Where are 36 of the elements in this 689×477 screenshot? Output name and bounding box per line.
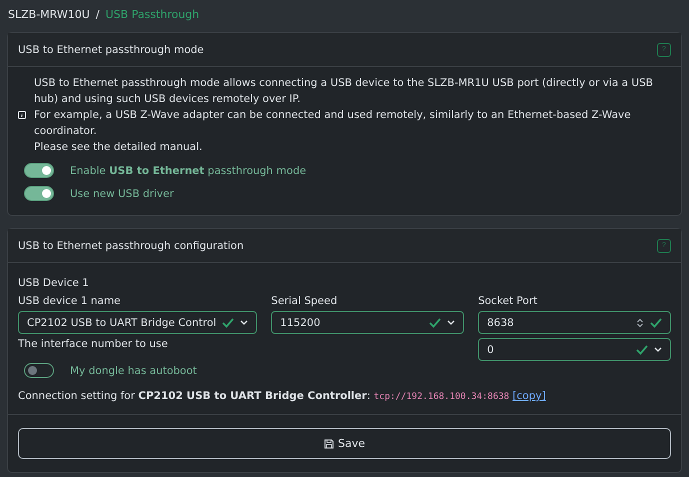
field-label: USB device 1 name	[18, 295, 122, 307]
save-button[interactable]: Save	[18, 428, 671, 459]
toggle-switch[interactable]	[24, 363, 54, 378]
chevron-down-icon	[240, 320, 248, 325]
number-field[interactable]: 8638	[478, 311, 671, 334]
check-icon	[429, 318, 442, 328]
info-text: Please see the detailed manual.	[34, 140, 204, 155]
switch-label: My dongle has autoboot	[70, 364, 197, 376]
spinner-icon[interactable]	[636, 318, 644, 328]
toggle-switch[interactable]	[24, 186, 54, 201]
field-label: Socket Port	[478, 295, 538, 307]
dropdown-field[interactable]: CP2102 USB to UART Bridge Control	[18, 311, 258, 334]
dropdown-field[interactable]: 0	[478, 338, 671, 361]
check-icon	[650, 318, 662, 328]
breadcrumb-item[interactable]: SLZB-MRW10U	[8, 8, 90, 32]
dropdown-field[interactable]: 115200	[271, 311, 464, 334]
field-label: The interface number to use	[18, 338, 169, 350]
toggle-switch[interactable]	[24, 163, 54, 178]
card-title: USB to Ethernet passthrough configuration	[18, 240, 244, 252]
info-text: USB to Ethernet passthrough mode allows connecting a USB device to the SLZB-MR1U USB port (directly or via a USB hub) and using such USB devices remotely over IP.	[34, 76, 654, 107]
chevron-down-icon	[654, 347, 662, 352]
section-heading: USB Device 1	[18, 277, 90, 289]
breadcrumb-separator: /	[96, 8, 100, 23]
switch-label: Use new USB driver	[70, 188, 174, 200]
check-icon	[636, 344, 648, 354]
chevron-down-icon	[447, 320, 456, 325]
breadcrumb-item[interactable]: USB Passthrough	[106, 8, 200, 32]
connection-text: Connection setting for CP2102 USB to UART Bridge Controller: tcp://192.168.100.34:8638 [copy]	[18, 390, 547, 402]
copy-link[interactable]: [copy]	[512, 390, 546, 402]
field-label: Serial Speed	[271, 295, 338, 307]
switch-label: Enable USB to Ethernet passthrough mode	[70, 164, 306, 176]
card-title: USB to Ethernet passthrough mode	[18, 44, 204, 56]
floppy-icon	[324, 438, 334, 448]
info-icon	[18, 111, 26, 119]
check-icon	[222, 318, 234, 328]
info-text: For example, a USB Z-Wave adapter can be connected and used remotely, similarly to an Ethernet-based Z-Wave coordinator.	[34, 108, 632, 139]
